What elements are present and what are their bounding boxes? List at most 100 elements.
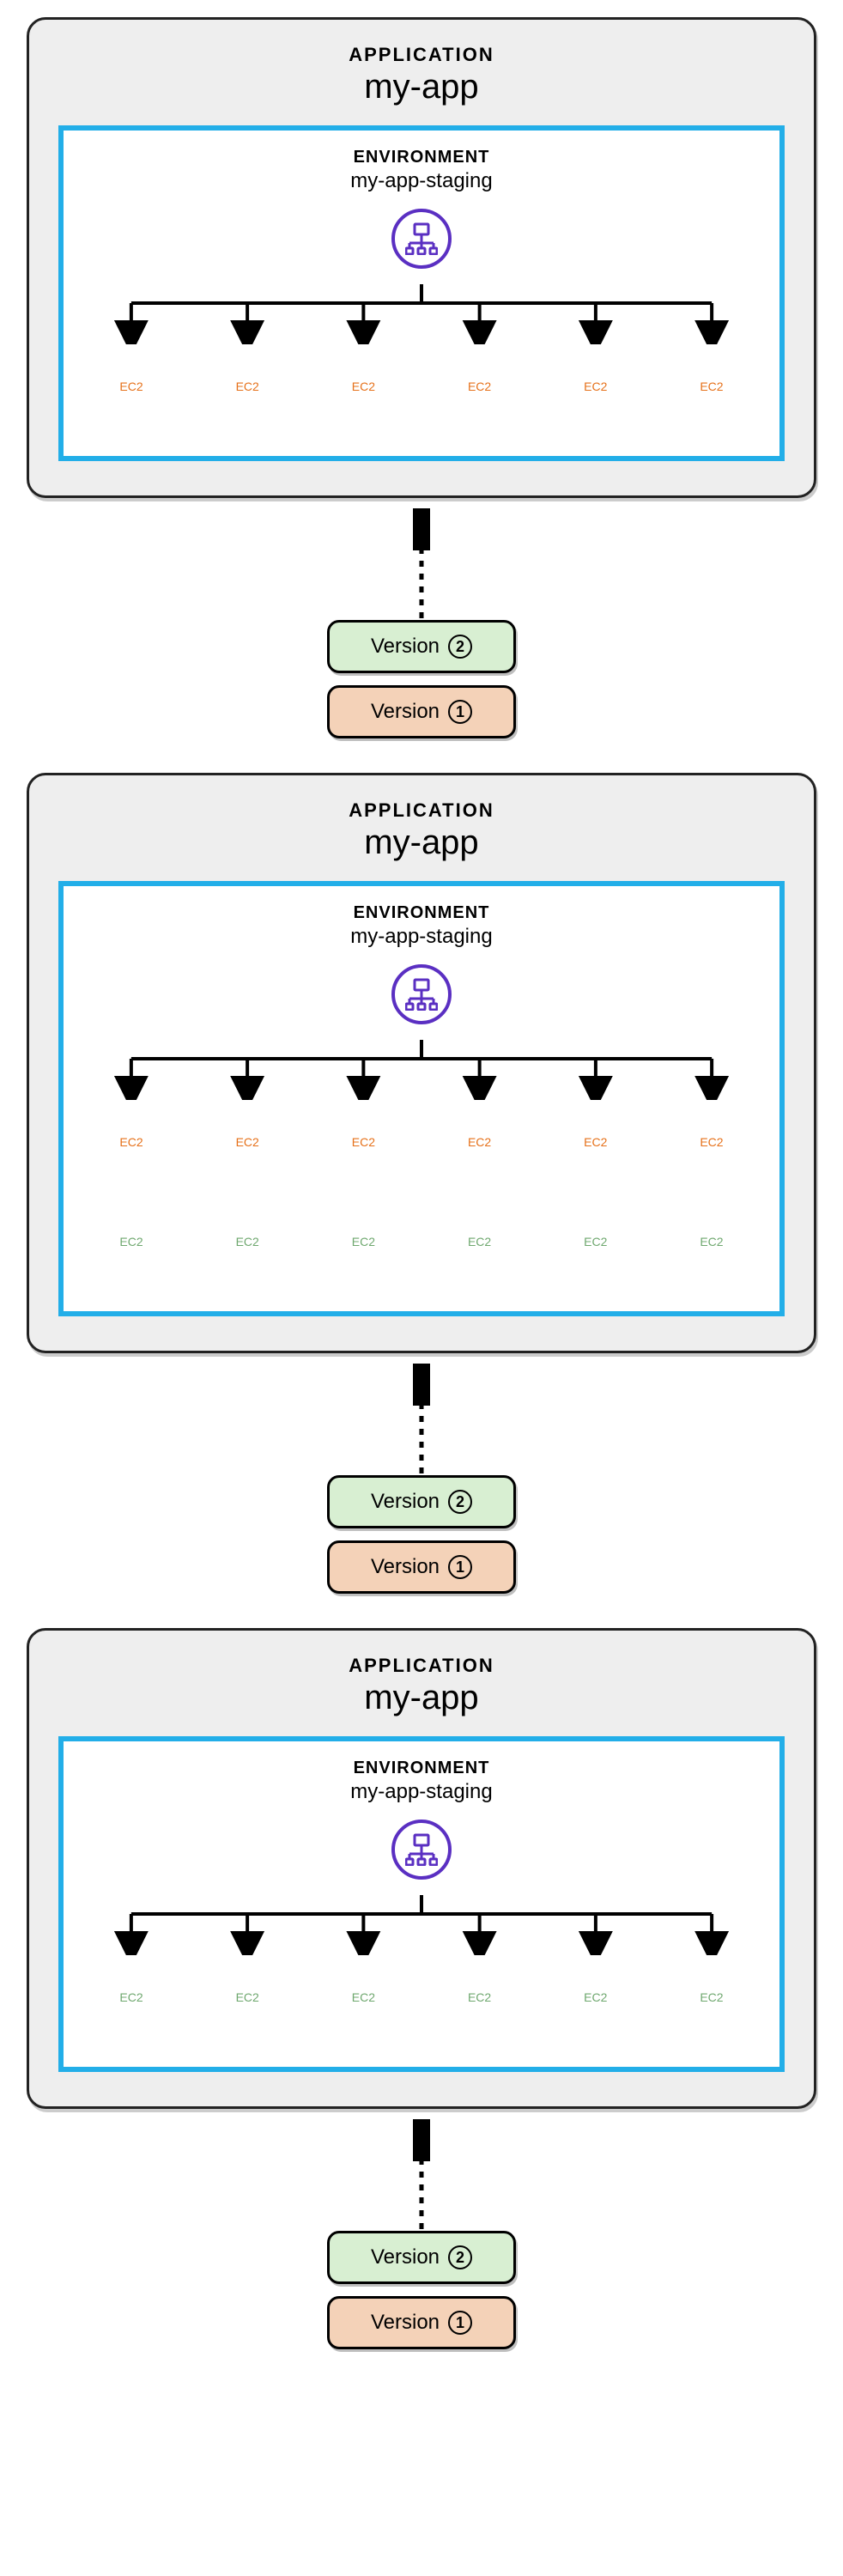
- ec2-label: EC2: [700, 1235, 723, 1249]
- ec2-row: EC2 EC2 EC2 EC2 EC2 EC2: [88, 1105, 755, 1179]
- ec2-label: EC2: [700, 380, 723, 393]
- version-pill: Version 1: [327, 685, 516, 738]
- version-pill: Version 2: [327, 2231, 516, 2284]
- environment-label: ENVIRONMENT: [88, 903, 755, 923]
- environment-box: ENVIRONMENT my-app-staging EC2 EC2 EC2 E…: [58, 1736, 785, 2072]
- ec2-label: EC2: [584, 1235, 607, 1249]
- deploy-arrow: [413, 1364, 430, 1475]
- ec2-instance: EC2: [559, 1205, 633, 1279]
- environment-label: ENVIRONMENT: [88, 1759, 755, 1778]
- ec2-instance: EC2: [443, 349, 517, 423]
- environment-name: my-app-staging: [88, 169, 755, 193]
- application-header: APPLICATION my-app: [58, 799, 785, 862]
- version-stack: Version 2 Version 1: [327, 1475, 516, 1594]
- version-pill: Version 2: [327, 620, 516, 673]
- environment-label: ENVIRONMENT: [88, 148, 755, 167]
- ec2-instance: EC2: [210, 349, 284, 423]
- ec2-instance: EC2: [94, 349, 168, 423]
- ec2-instance: EC2: [326, 1205, 400, 1279]
- topology: EC2 EC2 EC2 EC2 EC2 EC2: [88, 1820, 755, 2034]
- ec2-instance: EC2: [326, 349, 400, 423]
- deploy-arrow: [413, 508, 430, 620]
- ec2-instance: EC2: [675, 1205, 749, 1279]
- ec2-instance: EC2: [210, 1105, 284, 1179]
- ec2-instance: EC2: [94, 1105, 168, 1179]
- environment-box: ENVIRONMENT my-app-staging EC2 EC2 EC2 E…: [58, 125, 785, 461]
- ec2-instance: EC2: [326, 1960, 400, 2034]
- ec2-label: EC2: [468, 380, 491, 393]
- application-box: APPLICATION my-app ENVIRONMENT my-app-st…: [27, 1628, 816, 2109]
- version-stack: Version 2 Version 1: [327, 620, 516, 738]
- environment-header: ENVIRONMENT my-app-staging: [88, 148, 755, 193]
- application-header: APPLICATION my-app: [58, 1655, 785, 1717]
- ec2-instance: EC2: [94, 1960, 168, 2034]
- ec2-instance: EC2: [94, 1205, 168, 1279]
- ec2-label: EC2: [236, 1235, 259, 1249]
- ec2-label: EC2: [700, 1990, 723, 2004]
- load-balancer-icon: [391, 209, 452, 269]
- version-number: 2: [448, 635, 472, 659]
- load-balancer-icon: [391, 1820, 452, 1880]
- version-pill: Version 2: [327, 1475, 516, 1528]
- fanout-connector: [88, 284, 755, 344]
- ec2-instance: EC2: [559, 1105, 633, 1179]
- application-label: APPLICATION: [58, 44, 785, 66]
- ec2-instance: EC2: [675, 1105, 749, 1179]
- application-name: my-app: [58, 68, 785, 106]
- application-name: my-app: [58, 823, 785, 862]
- version-word: Version: [371, 1555, 440, 1579]
- deployment-stage: APPLICATION my-app ENVIRONMENT my-app-st…: [0, 17, 843, 738]
- version-number: 2: [448, 1490, 472, 1514]
- ec2-label: EC2: [119, 1135, 143, 1149]
- ec2-instance: EC2: [443, 1960, 517, 2034]
- version-word: Version: [371, 635, 440, 659]
- application-label: APPLICATION: [58, 1655, 785, 1677]
- version-word: Version: [371, 2245, 440, 2269]
- ec2-row: EC2 EC2 EC2 EC2 EC2 EC2: [88, 349, 755, 423]
- ec2-instance: EC2: [559, 1960, 633, 2034]
- version-stack: Version 2 Version 1: [327, 2231, 516, 2349]
- deploy-arrow: [413, 2119, 430, 2231]
- ec2-instance: EC2: [443, 1105, 517, 1179]
- ec2-instance: EC2: [326, 1105, 400, 1179]
- ec2-instance: EC2: [210, 1205, 284, 1279]
- ec2-instance: EC2: [210, 1960, 284, 2034]
- ec2-label: EC2: [584, 380, 607, 393]
- version-pill: Version 1: [327, 1540, 516, 1594]
- ec2-row: EC2 EC2 EC2 EC2 EC2 EC2: [88, 1960, 755, 2034]
- application-name: my-app: [58, 1679, 785, 1717]
- environment-name: my-app-staging: [88, 925, 755, 949]
- environment-box: ENVIRONMENT my-app-staging EC2 EC2 EC2 E…: [58, 881, 785, 1316]
- fanout-connector: [88, 1040, 755, 1100]
- ec2-label: EC2: [700, 1135, 723, 1149]
- application-label: APPLICATION: [58, 799, 785, 822]
- ec2-label: EC2: [352, 380, 375, 393]
- application-box: APPLICATION my-app ENVIRONMENT my-app-st…: [27, 17, 816, 498]
- version-number: 1: [448, 1555, 472, 1579]
- ec2-label: EC2: [352, 1135, 375, 1149]
- ec2-label: EC2: [119, 1990, 143, 2004]
- deployment-stage: APPLICATION my-app ENVIRONMENT my-app-st…: [0, 773, 843, 1594]
- version-word: Version: [371, 2311, 440, 2335]
- application-header: APPLICATION my-app: [58, 44, 785, 106]
- ec2-instance: EC2: [443, 1205, 517, 1279]
- environment-header: ENVIRONMENT my-app-staging: [88, 903, 755, 949]
- ec2-label: EC2: [236, 380, 259, 393]
- ec2-label: EC2: [352, 1235, 375, 1249]
- ec2-label: EC2: [236, 1990, 259, 2004]
- ec2-label: EC2: [468, 1990, 491, 2004]
- version-number: 2: [448, 2245, 472, 2269]
- ec2-label: EC2: [468, 1235, 491, 1249]
- ec2-row: EC2 EC2 EC2 EC2 EC2 EC2: [88, 1205, 755, 1279]
- environment-header: ENVIRONMENT my-app-staging: [88, 1759, 755, 1804]
- application-box: APPLICATION my-app ENVIRONMENT my-app-st…: [27, 773, 816, 1353]
- ec2-instance: EC2: [675, 1960, 749, 2034]
- version-number: 1: [448, 2311, 472, 2335]
- ec2-label: EC2: [119, 1235, 143, 1249]
- deployment-stage: APPLICATION my-app ENVIRONMENT my-app-st…: [0, 1628, 843, 2349]
- version-word: Version: [371, 1490, 440, 1514]
- version-word: Version: [371, 700, 440, 724]
- ec2-instance: EC2: [559, 349, 633, 423]
- version-pill: Version 1: [327, 2296, 516, 2349]
- version-number: 1: [448, 700, 472, 724]
